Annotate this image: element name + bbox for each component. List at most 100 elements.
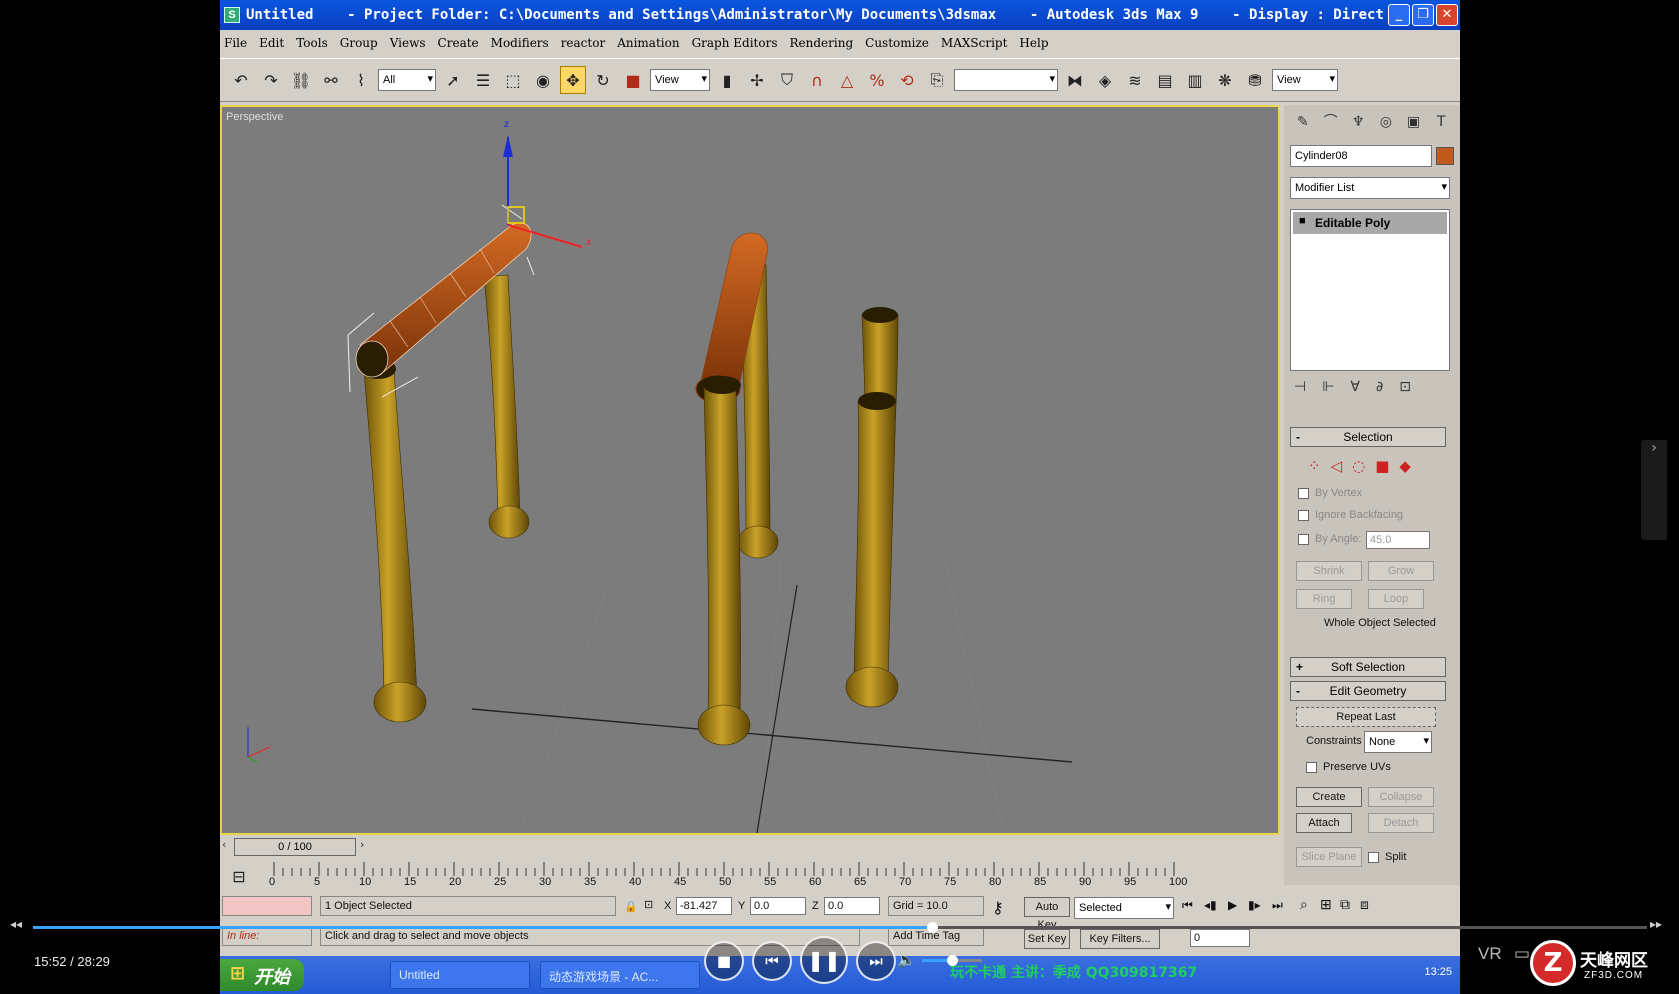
minimize-icon[interactable]: _: [1388, 4, 1410, 26]
hierarchy-tab-icon[interactable]: ♆: [1347, 111, 1369, 133]
object-name-field[interactable]: Cylinder08: [1290, 145, 1432, 167]
previous-frame-icon[interactable]: ◂▮: [1204, 898, 1217, 912]
current-frame-field[interactable]: 0: [1190, 929, 1250, 947]
pillar-left-front[interactable]: [360, 359, 427, 723]
ring-button[interactable]: Ring: [1296, 589, 1352, 609]
schematic-view-icon[interactable]: ▥: [1182, 66, 1208, 94]
maxscript-listener-mini[interactable]: [222, 896, 312, 916]
pillar-middle-front[interactable]: [697, 376, 751, 746]
by-angle-checkbox[interactable]: By Angle:: [1298, 533, 1361, 545]
window-crossing-icon[interactable]: ◉: [530, 66, 556, 94]
pin-stack-icon[interactable]: ⊣: [1294, 379, 1306, 395]
show-end-result-icon[interactable]: ⊩: [1322, 379, 1334, 395]
attach-button[interactable]: Attach: [1296, 813, 1352, 833]
polygon-icon[interactable]: ■: [1375, 457, 1389, 475]
video-progress-knob[interactable]: [926, 922, 938, 933]
select-manipulate-icon[interactable]: ✢: [744, 66, 770, 94]
motion-tab-icon[interactable]: ◎: [1375, 111, 1397, 133]
select-and-move-icon[interactable]: ✥: [560, 66, 586, 94]
scene-canvas[interactable]: z x: [222, 107, 1278, 833]
object-color-swatch[interactable]: [1436, 147, 1454, 165]
remove-modifier-icon[interactable]: ∂: [1376, 379, 1383, 395]
next-frame-arrow-icon[interactable]: ›: [360, 838, 364, 851]
prev-frame-arrow-icon[interactable]: ‹: [222, 838, 226, 851]
collapse-button[interactable]: Collapse: [1368, 787, 1434, 807]
rectangular-region-icon[interactable]: ⬚: [500, 66, 526, 94]
key-filters-button[interactable]: Key Filters...: [1080, 929, 1160, 949]
menu-rendering[interactable]: Rendering: [790, 36, 854, 50]
modifier-list-dropdown[interactable]: Modifier List: [1290, 177, 1450, 199]
key-selection-dropdown[interactable]: Selected: [1074, 897, 1174, 919]
shrink-button[interactable]: Shrink: [1296, 561, 1362, 581]
angle-snap-icon[interactable]: △: [834, 66, 860, 94]
menu-help[interactable]: Help: [1019, 36, 1048, 50]
menu-maxscript[interactable]: MAXScript: [941, 36, 1008, 50]
edit-named-selection-icon[interactable]: ⎘: [924, 66, 950, 94]
auto-key-button[interactable]: Auto Key: [1024, 897, 1070, 931]
select-and-scale-icon[interactable]: ■: [620, 66, 646, 94]
pivot-center-icon[interactable]: ▮: [714, 66, 740, 94]
menu-edit[interactable]: Edit: [259, 36, 284, 50]
perspective-viewport[interactable]: Perspective z x: [220, 105, 1280, 835]
stack-item-editable-poly[interactable]: Editable Poly: [1293, 212, 1447, 234]
repeat-last-button[interactable]: Repeat Last: [1296, 707, 1436, 727]
next-frame-icon[interactable]: ▮▸: [1248, 898, 1261, 912]
volume-knob[interactable]: [947, 955, 958, 966]
zoom-extents-icon[interactable]: ⧉: [1340, 896, 1350, 913]
seek-back-icon[interactable]: ◂◂: [10, 917, 22, 931]
track-bar-open-icon[interactable]: ⊟: [226, 862, 252, 890]
create-tab-icon[interactable]: ✎: [1292, 111, 1314, 133]
unlink-icon[interactable]: ⚯: [318, 66, 344, 94]
taskbar-item-dynamic-scene[interactable]: 动态游戏场景 - AC...: [540, 961, 700, 989]
selection-filter-dropdown[interactable]: All: [378, 69, 436, 91]
play-animation-icon[interactable]: ▶: [1228, 898, 1237, 912]
rollout-soft-selection[interactable]: + Soft Selection: [1290, 657, 1446, 677]
z-coord-field[interactable]: 0.0: [824, 897, 880, 915]
menu-reactor[interactable]: reactor: [561, 36, 606, 50]
curve-editor-icon[interactable]: ▤: [1152, 66, 1178, 94]
next-icon[interactable]: ⏭: [856, 941, 896, 981]
pillar-right-front[interactable]: [845, 392, 899, 708]
display-tab-icon[interactable]: ▣: [1403, 111, 1425, 133]
volume-icon[interactable]: 🔈: [897, 951, 916, 969]
align-icon[interactable]: ◈: [1092, 66, 1118, 94]
close-icon[interactable]: ✕: [1436, 4, 1458, 26]
edge-icon[interactable]: ◁: [1331, 457, 1343, 475]
volume-slider[interactable]: [922, 955, 982, 966]
render-scene-icon[interactable]: ⛃: [1242, 66, 1268, 94]
reference-coordinate-dropdown[interactable]: View: [650, 69, 710, 91]
x-coord-field[interactable]: -81.427: [676, 897, 732, 915]
grow-button[interactable]: Grow: [1368, 561, 1434, 581]
keyboard-shortcut-icon[interactable]: ⛉: [774, 66, 800, 94]
time-slider[interactable]: ‹ 0 / 100 ›: [220, 838, 1280, 856]
start-button[interactable]: 开始: [220, 959, 304, 991]
material-editor-icon[interactable]: ❋: [1212, 66, 1238, 94]
ignore-backfacing-checkbox[interactable]: Ignore Backfacing: [1298, 509, 1403, 521]
pause-icon[interactable]: ❚❚: [800, 936, 848, 984]
rollout-selection[interactable]: - Selection: [1290, 427, 1446, 447]
menu-create[interactable]: Create: [438, 36, 479, 50]
mirror-icon[interactable]: ⧓: [1062, 66, 1088, 94]
seek-forward-icon[interactable]: ▸▸: [1650, 917, 1662, 931]
video-progress-bar[interactable]: [33, 922, 1647, 933]
border-icon[interactable]: ◌: [1352, 457, 1365, 475]
menu-views[interactable]: Views: [390, 36, 426, 50]
screen-cast-icon[interactable]: ▭: [1514, 944, 1530, 964]
percent-snap-icon[interactable]: %: [864, 66, 890, 94]
menu-customize[interactable]: Customize: [865, 36, 929, 50]
go-to-start-icon[interactable]: ⏮: [1182, 898, 1193, 913]
by-angle-spinner[interactable]: 45.0: [1366, 531, 1430, 549]
named-selection-dropdown[interactable]: [954, 69, 1058, 91]
previous-icon[interactable]: ⏮: [752, 941, 792, 981]
select-object-icon[interactable]: ➚: [440, 66, 466, 94]
menu-file[interactable]: File: [224, 36, 247, 50]
rollout-edit-geometry[interactable]: - Edit Geometry: [1290, 681, 1446, 701]
utilities-tab-icon[interactable]: T: [1430, 111, 1452, 133]
track-bar[interactable]: 0 5 10 15 20 25 30 35 40 45 50 55 60 65 70 75 80 85 90 95 10…: [262, 862, 1280, 892]
stop-icon[interactable]: ■: [704, 941, 744, 981]
spinner-snap-icon[interactable]: ⟲: [894, 66, 920, 94]
configure-modifier-sets-icon[interactable]: ⊡: [1399, 379, 1411, 395]
slice-plane-button[interactable]: Slice Plane: [1296, 847, 1362, 867]
select-by-name-icon[interactable]: ☰: [470, 66, 496, 94]
menu-graph-editors[interactable]: Graph Editors: [692, 36, 778, 50]
